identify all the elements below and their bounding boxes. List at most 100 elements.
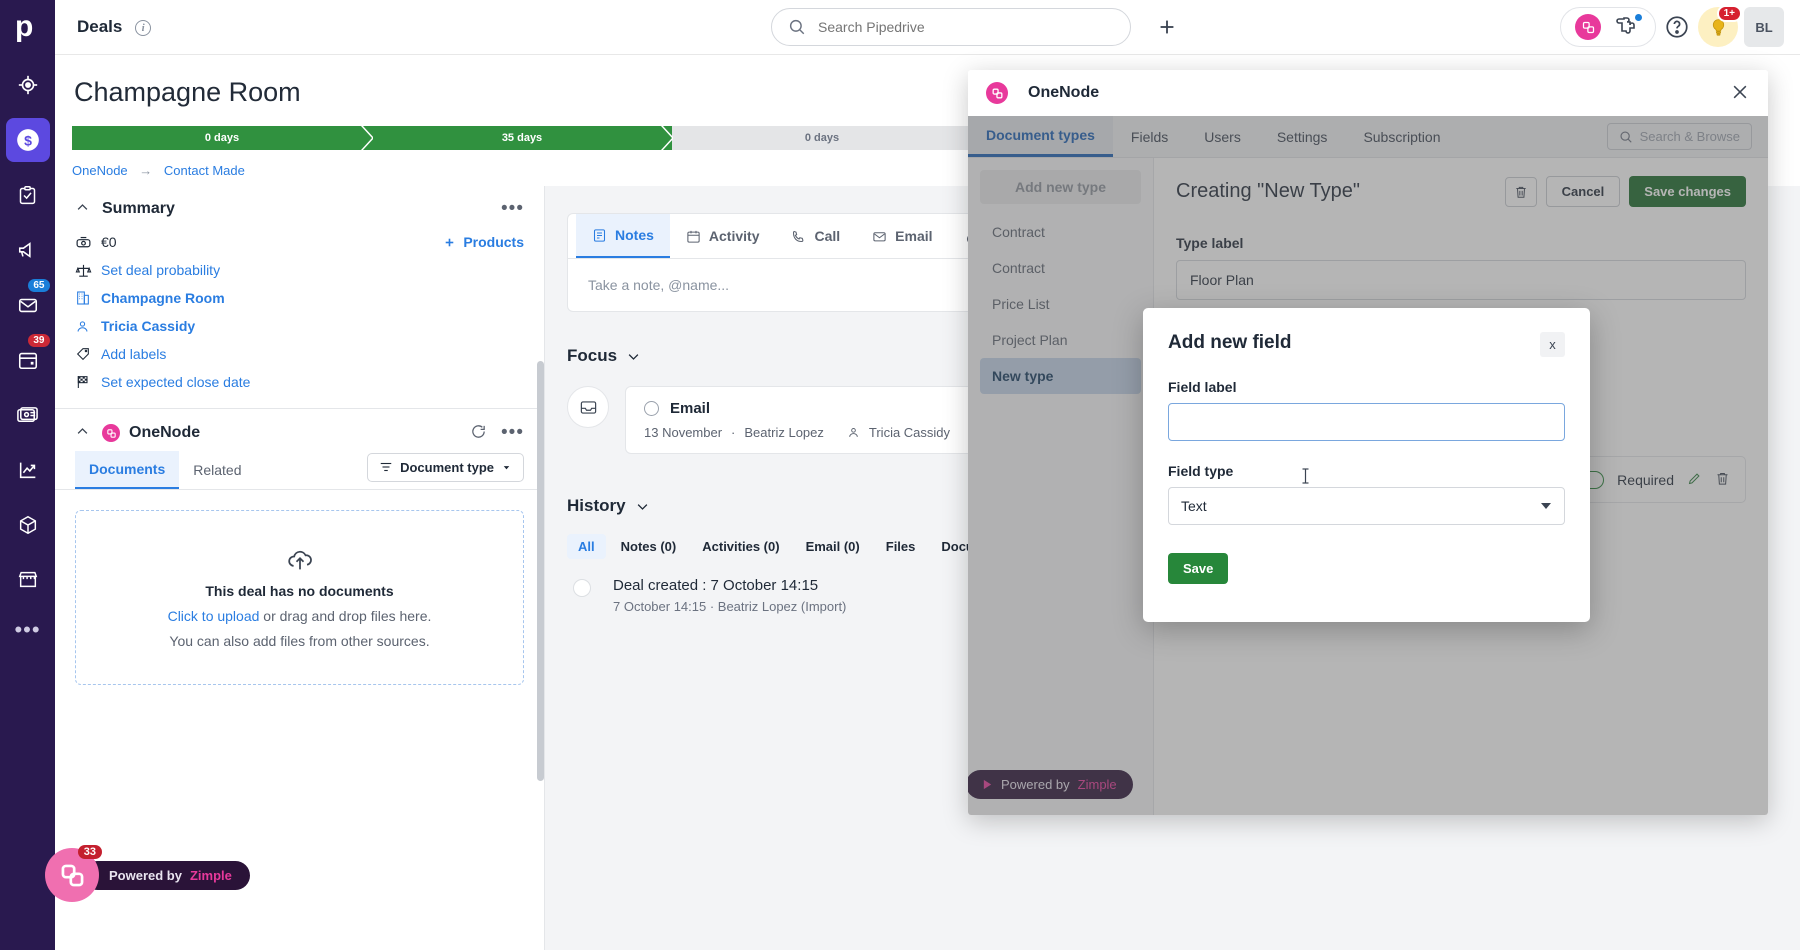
dialog-save-button[interactable]: Save (1168, 553, 1229, 584)
breadcrumb-stage[interactable]: Contact Made (164, 163, 245, 178)
modal-title: OneNode (1028, 84, 1100, 101)
scale-icon (75, 262, 101, 279)
app-root: p $ 65 39 ••• Deals i Search Pipedrive 1… (0, 0, 1800, 950)
label-icon (75, 346, 101, 362)
person-icon (849, 428, 858, 437)
topbar-actions: 1+ BL (1560, 5, 1784, 47)
summary-section-header: Summary ••• (55, 186, 544, 228)
tab-related[interactable]: Related (179, 452, 255, 488)
add-products-button[interactable]: Products (443, 234, 524, 250)
stage-1[interactable]: 0 days (72, 126, 373, 150)
breadcrumb-pipeline[interactable]: OneNode (72, 163, 128, 178)
tab-activity[interactable]: Activity (670, 215, 776, 257)
sidebar-item-leads[interactable] (6, 63, 50, 107)
tab-email-label: Email (895, 228, 933, 244)
dialog-header: Add new field x (1168, 332, 1565, 357)
left-nav-rail: p $ 65 39 ••• (0, 0, 55, 950)
history-tab-email[interactable]: Email (0) (795, 534, 871, 559)
tab-email[interactable]: Email (856, 215, 948, 257)
set-close-date-link[interactable]: Set expected close date (101, 374, 250, 390)
chevron-down-icon (503, 465, 510, 469)
add-new-button[interactable] (1150, 10, 1184, 44)
dropzone-line-1-rest: or drag and drop files here. (259, 608, 432, 624)
page-title-text: Deals (77, 17, 123, 36)
onenode-panel-actions: ••• (470, 423, 524, 443)
avatar[interactable]: BL (1744, 7, 1784, 47)
summary-row-labels[interactable]: Add labels (55, 340, 544, 368)
click-to-upload-link[interactable]: Click to upload (168, 608, 260, 624)
add-new-field-dialog: Add new field x Field label Field type T… (1143, 308, 1590, 622)
powered-by-zimple-badge: Powered by Zimple (83, 860, 250, 890)
summary-more-button[interactable]: ••• (501, 199, 524, 218)
stage-2[interactable]: 35 days (372, 126, 673, 150)
onenode-floating-button[interactable]: 33 (45, 845, 102, 902)
onenode-app-icon[interactable] (1575, 14, 1601, 40)
sidebar-item-campaigns[interactable] (6, 228, 50, 272)
history-tab-notes[interactable]: Notes (0) (610, 534, 688, 559)
sidebar-item-calendar[interactable]: 39 (6, 332, 52, 382)
global-search[interactable] (771, 8, 1131, 46)
pipedrive-logo-icon[interactable]: p (15, 10, 41, 45)
mail-badge: 65 (26, 277, 52, 294)
sidebar-item-contacts[interactable] (6, 393, 50, 437)
inbox-icon (567, 386, 609, 428)
svg-text:$: $ (24, 132, 32, 148)
phone-icon (793, 230, 804, 242)
sidebar-item-deals[interactable]: $ (5, 118, 50, 162)
summary-row-organization[interactable]: Champagne Room (55, 284, 544, 312)
field-label-input[interactable] (1168, 403, 1565, 441)
tab-call-label: Call (814, 228, 841, 244)
chevron-up-icon[interactable] (75, 200, 90, 218)
summary-row-person[interactable]: Tricia Cassidy (55, 312, 544, 340)
organization-link[interactable]: Champagne Room (101, 290, 225, 306)
chevron-down-icon (637, 503, 647, 510)
onenode-panel-more-button[interactable]: ••• (501, 423, 524, 442)
stage-3[interactable]: 0 days (672, 126, 972, 150)
organization-icon (75, 290, 101, 306)
add-labels-link[interactable]: Add labels (101, 346, 166, 362)
zimple-brand: Zimple (189, 867, 232, 883)
breadcrumb-arrow: → (139, 163, 153, 178)
help-button[interactable] (1662, 12, 1692, 42)
summary-row-close-date[interactable]: Set expected close date (55, 368, 544, 396)
sidebar-more-button[interactable]: ••• (14, 617, 40, 643)
close-icon[interactable] (1730, 82, 1750, 105)
history-tab-activities[interactable]: Activities (0) (691, 534, 790, 559)
field-type-select[interactable]: Text (1168, 487, 1565, 525)
history-tab-all[interactable]: All (567, 534, 606, 559)
chevron-up-icon[interactable] (75, 424, 90, 442)
flag-icon (75, 374, 101, 390)
radio-unchecked-icon[interactable] (644, 401, 659, 416)
sidebar-item-marketplace[interactable] (6, 558, 50, 602)
summary-row-probability[interactable]: Set deal probability (55, 256, 544, 284)
summary-row-value: €0 Products (55, 228, 544, 256)
sidebar-item-mail[interactable]: 65 (6, 277, 52, 327)
search-input[interactable] (818, 19, 1098, 35)
close-icon[interactable]: x (1540, 332, 1565, 357)
tab-call[interactable]: Call (775, 215, 856, 257)
tab-notes[interactable]: Notes (576, 214, 670, 258)
history-entry-dot (573, 579, 591, 597)
sidebar-item-insights[interactable] (6, 448, 50, 492)
info-icon[interactable]: i (135, 19, 152, 36)
sidebar-item-products[interactable] (6, 503, 50, 547)
tips-button[interactable]: 1+ (1698, 5, 1742, 47)
history-tab-files[interactable]: Files (875, 534, 927, 559)
meta-sep: · (731, 425, 736, 440)
tab-activity-label: Activity (708, 228, 760, 244)
refresh-icon[interactable] (470, 423, 487, 443)
detail-scrollbar[interactable] (537, 361, 544, 781)
sidebar-item-activities[interactable] (6, 173, 50, 217)
dialog-title: Add new field (1168, 332, 1292, 353)
apps-marketplace-icon[interactable] (1615, 14, 1642, 40)
person-link[interactable]: Tricia Cassidy (101, 318, 195, 334)
document-dropzone[interactable]: This deal has no documents Click to uplo… (75, 510, 524, 685)
stage-2-label: 35 days (501, 132, 543, 144)
tab-documents[interactable]: Documents (75, 451, 180, 489)
document-type-filter[interactable]: Document type (367, 452, 524, 482)
apps-pill-group (1560, 7, 1656, 47)
field-label-caption: Field label (1168, 379, 1237, 395)
onenode-panel-title: OneNode (129, 424, 201, 441)
set-deal-probability-link[interactable]: Set deal probability (101, 262, 220, 278)
chevron-down-icon (628, 353, 639, 360)
